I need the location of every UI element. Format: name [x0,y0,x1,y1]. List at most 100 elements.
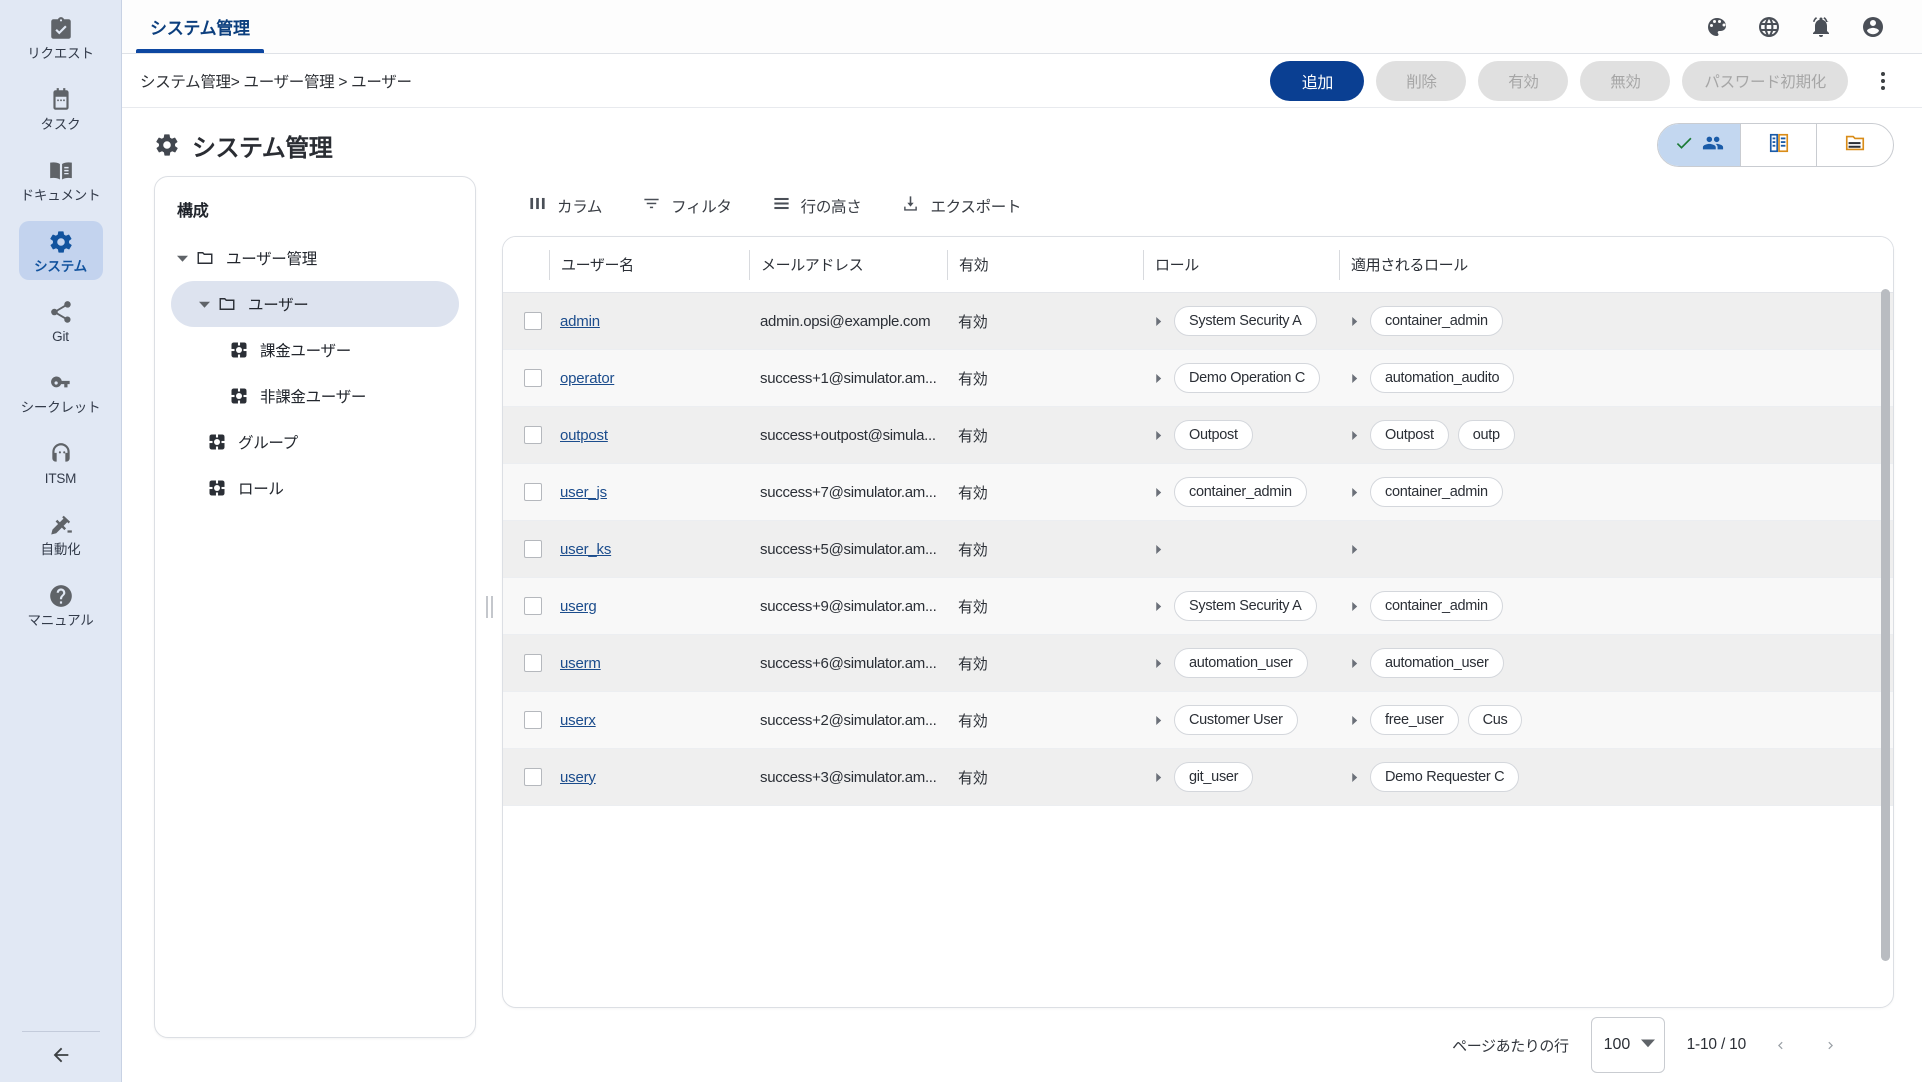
tree-node-billing-users[interactable]: 課金ユーザー [171,327,459,373]
view-toggle-users[interactable] [1658,124,1741,166]
sidebar-item-request[interactable]: リクエスト [19,8,103,68]
column-header-email[interactable]: メールアドレス [749,249,947,280]
chevron-right-icon[interactable] [1346,544,1362,554]
chevron-down-icon[interactable] [193,299,215,310]
row-checkbox[interactable] [524,312,542,330]
applied-role-chip[interactable]: Cus [1467,705,1523,735]
grid-vertical-scrollbar[interactable] [1881,241,1890,1003]
reset-password-button[interactable]: パスワード初期化 [1682,60,1848,101]
view-toggle-org[interactable] [1741,124,1817,166]
table-row[interactable]: outpost success+outpost@simula... 有効 Out… [503,407,1893,464]
chevron-right-icon[interactable] [1346,316,1362,326]
breadcrumb[interactable]: システム管理> ユーザー管理 > ユーザー [140,70,412,92]
tree-node-groups[interactable]: グループ [171,419,459,465]
table-row[interactable]: admin admin.opsi@example.com 有効 System S… [503,293,1893,350]
role-chip[interactable]: container_admin [1174,477,1307,507]
chevron-right-icon[interactable] [1150,544,1166,554]
collapse-rail-button[interactable] [33,1032,89,1082]
username-link[interactable]: user_ks [560,541,611,558]
chevron-right-icon[interactable] [1346,373,1362,383]
chevron-left-icon[interactable] [1768,1029,1792,1061]
username-link[interactable]: userx [560,712,596,729]
chevron-down-icon[interactable] [171,253,193,264]
role-chip[interactable]: Outpost [1174,420,1253,450]
row-checkbox[interactable] [524,711,542,729]
palette-icon[interactable] [1700,10,1734,44]
username-link[interactable]: userm [560,655,601,672]
chevron-right-icon[interactable] [1150,316,1166,326]
chevron-right-icon[interactable] [1346,658,1362,668]
applied-role-chip[interactable]: Outpost [1370,420,1449,450]
applied-role-chip[interactable]: container_admin [1370,477,1503,507]
row-height-button[interactable]: 行の高さ [772,194,862,218]
table-row[interactable]: userx success+2@simulator.am... 有効 Custo… [503,692,1893,749]
panel-splitter[interactable] [476,176,502,1038]
rows-per-page-select[interactable]: 100 [1590,1017,1665,1073]
column-header-applied-role[interactable]: 適用されるロール [1339,249,1893,280]
table-row[interactable]: user_ks success+5@simulator.am... 有効 [503,521,1893,578]
chevron-right-icon[interactable] [1150,373,1166,383]
chevron-right-icon[interactable] [1346,487,1362,497]
globe-icon[interactable] [1752,10,1786,44]
tree-node-non-billing-users[interactable]: 非課金ユーザー [171,373,459,419]
enable-button[interactable]: 有効 [1478,60,1569,101]
column-header-username[interactable]: ユーザー名 [549,249,749,280]
export-button[interactable]: エクスポート [901,194,1022,218]
chevron-right-icon[interactable] [1818,1029,1842,1061]
add-button[interactable]: 追加 [1270,60,1365,101]
delete-button[interactable]: 削除 [1376,60,1467,101]
role-chip[interactable]: System Security A [1174,306,1317,336]
table-row[interactable]: userm success+6@simulator.am... 有効 autom… [503,635,1893,692]
role-chip[interactable]: Customer User [1174,705,1298,735]
sidebar-item-task[interactable]: タスク [19,79,103,139]
row-checkbox[interactable] [524,483,542,501]
chevron-right-icon[interactable] [1346,715,1362,725]
more-vertical-icon[interactable] [1866,61,1900,101]
username-link[interactable]: admin [560,313,600,330]
sidebar-item-git[interactable]: Git [19,291,103,351]
applied-role-chip[interactable]: Demo Requester C [1370,762,1520,792]
chevron-right-icon[interactable] [1150,715,1166,725]
sidebar-item-secret[interactable]: シークレット [19,362,103,422]
chevron-right-icon[interactable] [1150,487,1166,497]
filter-button[interactable]: フィルタ [642,194,732,218]
column-header-role[interactable]: ロール [1143,249,1339,280]
applied-role-chip[interactable]: outp [1457,420,1515,450]
sidebar-item-document[interactable]: ドキュメント [19,150,103,210]
role-chip[interactable]: System Security A [1174,591,1317,621]
columns-button[interactable]: カラム [528,194,602,218]
tree-node-roles[interactable]: ロール [171,465,459,511]
column-header-active[interactable]: 有効 [947,249,1143,280]
row-checkbox[interactable] [524,597,542,615]
tree-node-user-management[interactable]: ユーザー管理 [171,235,459,281]
disable-button[interactable]: 無効 [1580,60,1671,101]
role-chip[interactable]: Demo Operation C [1174,363,1321,393]
chevron-right-icon[interactable] [1150,772,1166,782]
applied-role-chip[interactable]: automation_user [1370,648,1504,678]
account-circle-icon[interactable] [1856,10,1890,44]
chevron-right-icon[interactable] [1346,430,1362,440]
username-link[interactable]: outpost [560,427,608,444]
role-chip[interactable]: automation_user [1174,648,1308,678]
bell-icon[interactable] [1804,10,1838,44]
chevron-right-icon[interactable] [1150,430,1166,440]
tree-node-users[interactable]: ユーザー [171,281,459,327]
table-row[interactable]: usery success+3@simulator.am... 有効 git_u… [503,749,1893,806]
sidebar-item-system[interactable]: システム [18,220,103,281]
row-checkbox[interactable] [524,768,542,786]
username-link[interactable]: operator [560,370,614,387]
row-checkbox[interactable] [524,654,542,672]
sidebar-item-itsm[interactable]: ITSM [19,433,103,493]
sidebar-item-automation[interactable]: 自動化 [19,504,103,564]
tab-system-admin[interactable]: システム管理 [136,0,264,53]
applied-role-chip[interactable]: container_admin [1370,591,1503,621]
chevron-right-icon[interactable] [1346,772,1362,782]
scrollbar-thumb[interactable] [1881,289,1890,961]
applied-role-chip[interactable]: container_admin [1370,306,1503,336]
applied-role-chip[interactable]: automation_audito [1370,363,1515,393]
sidebar-item-manual[interactable]: マニュアル [19,575,103,635]
chevron-right-icon[interactable] [1346,601,1362,611]
chevron-right-icon[interactable] [1150,601,1166,611]
role-chip[interactable]: git_user [1174,762,1254,792]
row-checkbox[interactable] [524,540,542,558]
